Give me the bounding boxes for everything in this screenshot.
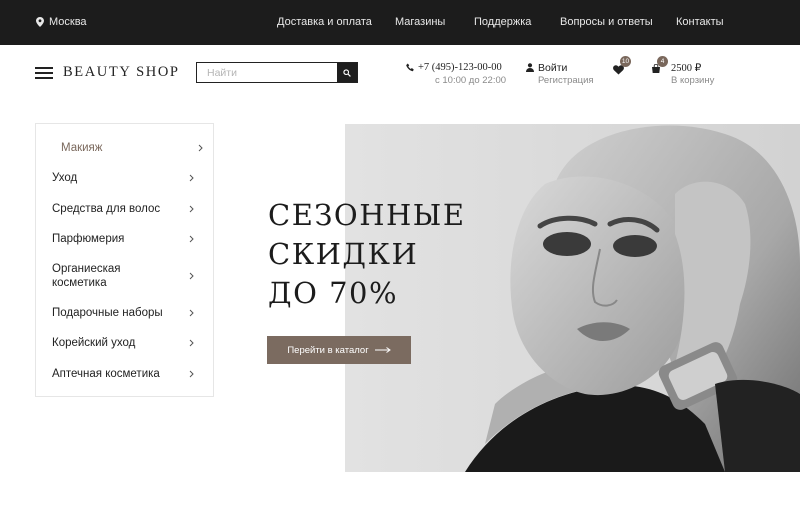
chevron-right-icon xyxy=(189,370,194,378)
sidebar-item-perfume[interactable]: Парфюмерия xyxy=(52,232,212,246)
register-link[interactable]: Регистрация xyxy=(538,75,594,86)
hero-title-line: СЕЗОННЫЕ xyxy=(268,198,466,232)
category-sidebar: Макияж Уход Средства для волос Парфюмери… xyxy=(35,123,214,397)
location-pin-icon xyxy=(36,17,44,27)
search-input[interactable] xyxy=(197,63,337,82)
phone-number: +7 (495)-123-00-00 xyxy=(418,62,502,73)
chevron-right-icon xyxy=(189,272,194,280)
sidebar-item-hair[interactable]: Средства для волос xyxy=(52,202,212,216)
city-label: Москва xyxy=(49,16,87,28)
nav-contacts[interactable]: Контакты xyxy=(676,16,724,28)
go-to-catalog-button[interactable]: Перейти в каталог xyxy=(267,336,411,364)
nav-support[interactable]: Поддержка xyxy=(474,16,531,28)
login-link[interactable]: Войти xyxy=(538,62,567,74)
hero-title: СЕЗОННЫЕ СКИДКИ ДО 70% xyxy=(268,196,465,313)
city-selector[interactable]: Москва xyxy=(36,16,87,28)
cart-total: 2500 ₽ xyxy=(671,63,702,74)
chevron-right-icon xyxy=(189,309,194,317)
chevron-right-icon xyxy=(189,235,194,243)
nav-stores[interactable]: Магазины xyxy=(395,16,445,28)
cta-label: Перейти в каталог xyxy=(287,344,369,356)
sidebar-item-organic[interactable]: Органиеская косметика xyxy=(52,262,194,290)
chevron-right-icon xyxy=(189,339,194,347)
logo[interactable]: BEAUTY SHOP xyxy=(63,64,180,81)
nav-faq[interactable]: Вопросы и ответы xyxy=(560,16,653,28)
top-bar: Москва Доставка и оплата Магазины Поддер… xyxy=(0,0,800,45)
chevron-right-icon xyxy=(189,174,194,182)
cart-count-badge: 4 xyxy=(657,56,668,67)
chevron-right-icon xyxy=(189,205,194,213)
sidebar-item-label: Уход xyxy=(52,172,78,184)
sidebar-item-label: Корейский уход xyxy=(52,337,136,349)
search-box xyxy=(196,62,358,83)
phone-icon xyxy=(406,63,414,72)
favorites-count-badge: 10 xyxy=(620,56,631,67)
cart-label: В корзину xyxy=(671,75,715,86)
user-icon xyxy=(526,63,534,72)
chevron-right-icon xyxy=(198,144,203,152)
hero-title-line: СКИДКИ xyxy=(268,237,419,271)
search-icon xyxy=(343,68,351,77)
nav-delivery[interactable]: Доставка и оплата xyxy=(277,16,372,28)
sidebar-item-korean-care[interactable]: Корейский уход xyxy=(52,336,212,350)
sidebar-item-label: Макияж xyxy=(61,142,103,154)
sidebar-item-care[interactable]: Уход xyxy=(52,171,212,185)
sidebar-item-pharmacy[interactable]: Аптечная косметика xyxy=(52,367,212,381)
menu-icon[interactable] xyxy=(35,67,53,79)
hero-title-line: ДО 70% xyxy=(268,276,399,310)
sidebar-item-label: Аптечная косметика xyxy=(52,368,160,380)
sidebar-item-makeup[interactable]: Макияж xyxy=(61,141,221,155)
arrow-right-icon xyxy=(374,347,391,353)
search-button[interactable] xyxy=(337,63,357,82)
favorites-button[interactable]: 10 xyxy=(613,56,635,77)
sidebar-item-label: Органиеская косметика xyxy=(52,263,121,289)
sidebar-item-label: Парфюмерия xyxy=(52,233,125,245)
working-hours: с 10:00 до 22:00 xyxy=(435,75,507,86)
sidebar-item-gift-sets[interactable]: Подарочные наборы xyxy=(52,306,212,320)
sidebar-item-label: Подарочные наборы xyxy=(52,307,163,319)
sidebar-item-label: Средства для волос xyxy=(52,203,161,215)
